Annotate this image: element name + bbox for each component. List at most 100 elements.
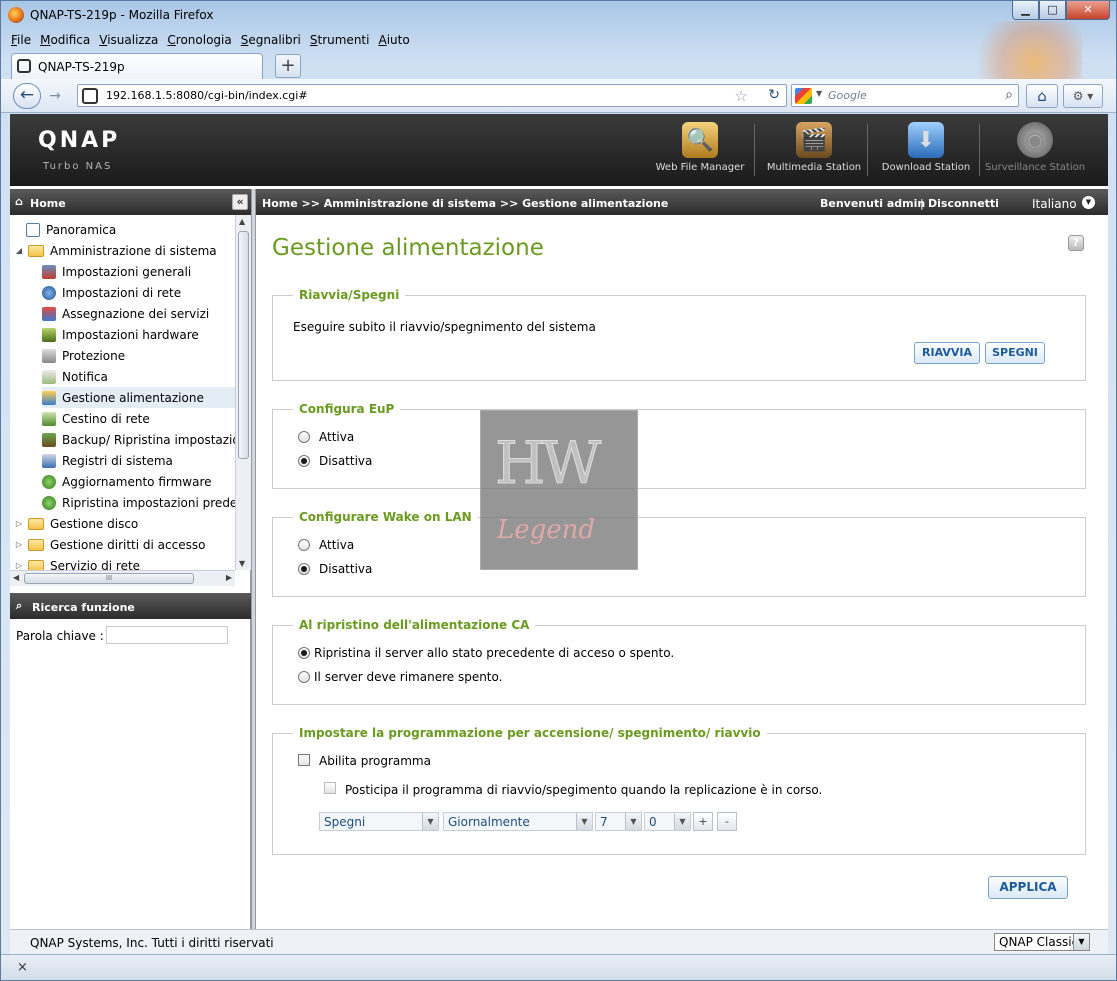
function-search-header: ⌕ Ricerca funzione [10,593,251,619]
menu-segnalibri[interactable]: Segnalibri [241,33,301,51]
sidebar-item-impostazioni-hardware[interactable]: Impostazioni hardware [42,324,199,345]
search-icon[interactable]: ⌕ [1005,87,1013,103]
action-select[interactable]: Spegni ▼ [319,812,439,831]
minimize-button[interactable]: ▁ [1012,1,1039,20]
section-restart-shutdown: Riavvia/Spegni Eseguire subito il riavvi… [272,288,1086,381]
site-identity-icon[interactable] [82,88,98,104]
station-download[interactable]: ⬇ Download Station [876,122,976,182]
language-dropdown-icon[interactable]: ▼ [1082,196,1095,209]
bookmark-star-icon[interactable]: ☆ [735,87,748,105]
ac-stay-off-radio[interactable] [298,671,310,683]
scroll-left-icon[interactable]: ◀ [13,573,19,582]
back-button[interactable]: ← [13,83,41,109]
minute-select[interactable]: 0 ▼ [644,812,691,831]
sidebar-item-backup[interactable]: Backup/ Ripristina impostazioni [42,429,250,450]
restart-button[interactable]: RIAVVIA [914,342,980,364]
frequency-select[interactable]: Giornalmente ▼ [443,812,593,831]
sidebar-horizontal-scrollbar[interactable]: ◀ III ▶ [10,570,235,586]
chevron-down-icon[interactable]: ▼ [422,813,438,830]
sidebar-item-assegnazione-servizi[interactable]: Assegnazione dei servizi [42,303,209,324]
home-button[interactable]: ⌂ [1026,84,1058,108]
menu-file[interactable]: File [11,33,31,51]
collapsed-arrow-icon[interactable]: ▷ [14,540,24,549]
apply-button[interactable]: APPLICA [988,876,1068,899]
tab-qnap[interactable]: QNAP-TS-219p [11,53,263,79]
shutdown-button[interactable]: SPEGNI [985,342,1045,364]
sidebar-item-aggiornamento-firmware[interactable]: Aggiornamento firmware [42,471,212,492]
overview-icon [26,222,40,237]
station-surveillance[interactable]: ◉ Surveillance Station [985,122,1085,182]
engine-dropdown-icon[interactable]: ▼ [816,89,822,98]
qnap-header: QNAP Turbo NAS 🔍 Web File Manager 🎬 Mult… [10,114,1108,186]
url-bar[interactable]: 192.168.1.5:8080/cgi-bin/index.cgi# ☆ ↻ [77,84,787,107]
close-button[interactable]: ✕ [1066,1,1110,20]
sidebar-item-panoramica[interactable]: Panoramica [26,219,116,240]
section-legend: Configurare Wake on LAN [293,510,478,524]
keyword-input[interactable] [106,626,228,644]
scroll-up-icon[interactable]: ▲ [239,217,245,226]
sidebar-item-impostazioni-generali[interactable]: Impostazioni generali [42,261,191,282]
sidebar-item-gestione-diritti[interactable]: ▷ Gestione diritti di accesso [14,534,206,555]
postpone-schedule-checkbox[interactable] [324,782,336,794]
sidebar-item-protezione[interactable]: Protezione [42,345,125,366]
menu-visualizza[interactable]: Visualizza [99,33,158,51]
menu-modifica[interactable]: Modifica [40,33,90,51]
chevron-down-icon[interactable]: ▼ [576,813,592,830]
scroll-thumb[interactable] [238,231,249,459]
multimedia-icon: 🎬 [796,122,832,158]
close-addon-bar-icon[interactable]: × [17,960,28,975]
menu-aiuto[interactable]: Aiuto [378,33,409,51]
collapse-sidebar-button[interactable]: « [232,194,248,210]
station-multimedia[interactable]: 🎬 Multimedia Station [762,122,866,182]
sidebar-vertical-scrollbar[interactable]: ▲ ▼ [235,215,251,570]
sidebar-item-ripristina-predefinite[interactable]: Ripristina impostazioni predefinite [42,492,250,513]
eup-disattiva-radio[interactable] [298,455,310,467]
notification-icon [42,369,56,384]
add-schedule-button[interactable]: + [693,812,713,831]
collapsed-arrow-icon[interactable]: ▷ [14,519,24,528]
reload-icon[interactable]: ↻ [768,87,780,103]
home-icon: ⌂ [15,195,23,208]
maximize-button[interactable]: □ [1039,1,1066,20]
general-settings-icon [42,264,56,279]
hour-select[interactable]: 7 ▼ [595,812,642,831]
section-legend: Al ripristino dell'alimentazione CA [293,618,536,632]
remove-schedule-button[interactable]: - [717,812,737,831]
sidebar-item-gestione-disco[interactable]: ▷ Gestione disco [14,513,138,534]
scroll-thumb[interactable]: III [24,573,194,584]
sidebar-home-label[interactable]: Home [30,197,66,210]
station-divider [979,124,980,176]
chevron-down-icon[interactable]: ▼ [1073,934,1089,950]
chevron-down-icon[interactable]: ▼ [674,813,690,830]
theme-select[interactable]: QNAP Classic ▼ [994,933,1090,951]
addon-menu-button[interactable]: ⚙ ▾ [1063,84,1103,108]
scroll-down-icon[interactable]: ▼ [239,559,245,568]
sidebar-item-gestione-alimentazione[interactable]: Gestione alimentazione [42,387,235,408]
postpone-schedule-label: Posticipa il programma di riavvio/spegim… [345,783,823,797]
language-label[interactable]: Italiano [1032,197,1077,211]
sidebar-item-impostazioni-rete[interactable]: Impostazioni di rete [42,282,181,303]
logout-link[interactable]: Disconnetti [928,197,999,210]
collapsed-arrow-icon[interactable]: ▷ [14,561,24,570]
forward-button[interactable]: → [43,86,67,106]
enable-schedule-checkbox[interactable] [298,754,310,766]
sidebar-item-amministrazione[interactable]: ◢ Amministrazione di sistema [14,240,217,261]
sidebar-item-cestino-rete[interactable]: Cestino di rete [42,408,150,429]
station-web-file-manager[interactable]: 🔍 Web File Manager [650,122,750,182]
wol-attiva-radio[interactable] [298,539,310,551]
wol-disattiva-radio[interactable] [298,563,310,575]
folder-icon [28,538,44,551]
ac-restore-previous-radio[interactable] [298,647,310,659]
sidebar-item-registri[interactable]: Registri di sistema [42,450,173,471]
search-bar[interactable]: ▼ Google ⌕ [791,84,1019,107]
sidebar-item-notifica[interactable]: Notifica [42,366,108,387]
eup-attiva-radio[interactable] [298,431,310,443]
chevron-down-icon[interactable]: ▼ [625,813,641,830]
google-engine-icon[interactable] [795,88,812,104]
new-tab-button[interactable]: + [275,54,301,78]
menu-cronologia[interactable]: Cronologia [167,33,231,51]
scroll-right-icon[interactable]: ▶ [226,573,232,582]
help-icon[interactable]: ? [1068,235,1084,251]
expanded-arrow-icon[interactable]: ◢ [14,246,24,255]
menu-strumenti[interactable]: Strumenti [310,33,370,51]
